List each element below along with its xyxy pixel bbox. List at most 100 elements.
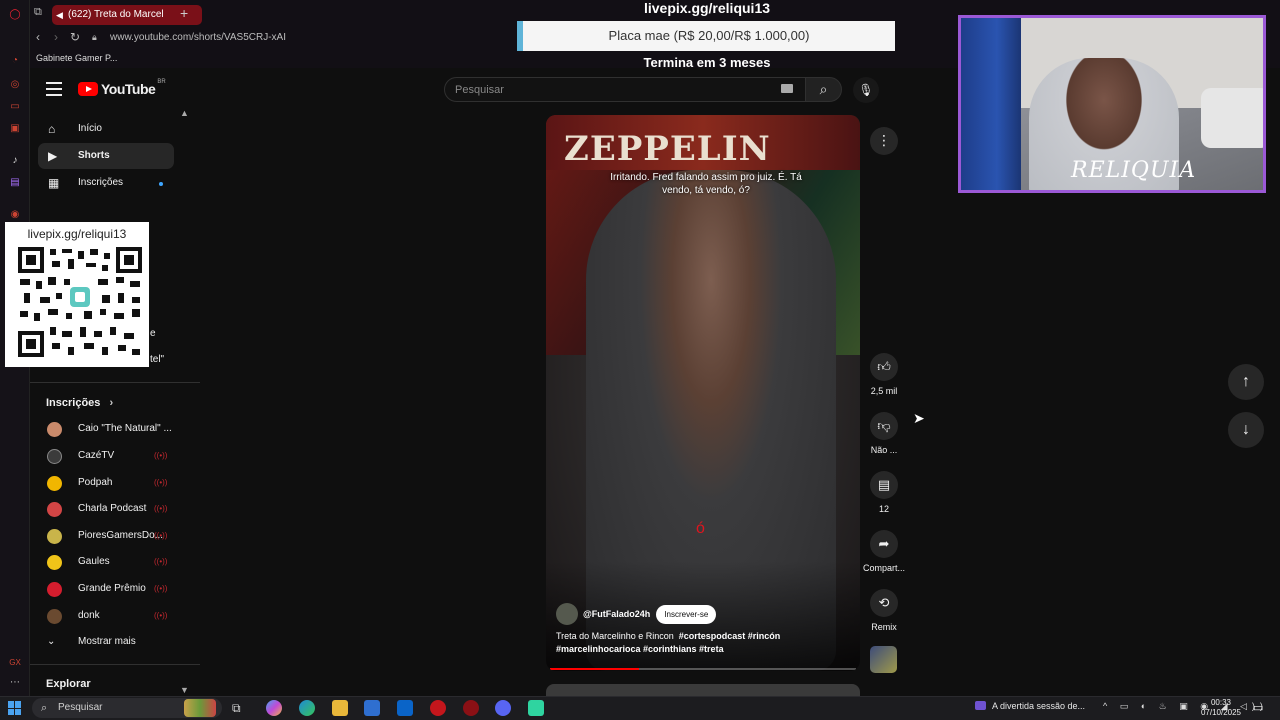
next-short-preview[interactable] (546, 684, 860, 696)
remix-button[interactable]: ⟲ Remix (862, 589, 906, 632)
windows-taskbar: ⌕ Pesquisar ⧉ A divertida sessão de... ^… (0, 696, 1280, 720)
like-count: 2,5 mil (870, 386, 898, 396)
microphone-icon: 🎙︎ (858, 83, 874, 97)
live-icon: ((•)) (154, 557, 168, 566)
twitch-icon[interactable]: ▤ (8, 176, 22, 190)
edge-icon[interactable] (299, 700, 315, 716)
speed-dial-icon[interactable]: ◎ (8, 78, 22, 92)
more-icon[interactable]: ⋯ (8, 676, 22, 690)
divider (30, 664, 200, 665)
previous-short-button[interactable]: ↑ (1228, 364, 1264, 400)
sidebar-channel[interactable]: Charla Podcast ((•)) (38, 496, 174, 522)
opera-logo-icon[interactable]: ◯ (8, 8, 22, 22)
search-icon: ⌕ (41, 702, 48, 714)
copilot-icon[interactable] (266, 700, 282, 716)
hidden-item-text: tel" (150, 354, 165, 365)
share-button[interactable]: ➦ Compart... (862, 530, 906, 573)
collapse-up-icon[interactable]: ▲ (180, 108, 189, 118)
outlook-icon[interactable] (397, 700, 413, 716)
sidebar-channel[interactable]: Podpah ((•)) (38, 470, 174, 496)
channel-row: @FutFalado24h Inscrever-se (556, 603, 717, 625)
sidebar-item-home[interactable]: ⌂ Início (38, 116, 174, 142)
sidebar: ▲ ⌂ Início ▶ Shorts ▦ Inscrições e tel" … (30, 108, 200, 696)
search-input[interactable]: Pesquisar (444, 77, 806, 102)
obs-icon[interactable] (463, 700, 479, 716)
sidebar-channel[interactable]: donk ((•)) (38, 603, 174, 629)
forward-icon[interactable]: › (54, 30, 58, 44)
youtube-logo[interactable]: YouTube BR (78, 79, 166, 97)
avatar (47, 555, 62, 570)
like-button[interactable]: 👍︎ 2,5 mil (862, 353, 906, 396)
channel-name[interactable]: @FutFalado24h (583, 609, 650, 619)
sidebar-channel[interactable]: PioresGamersDo... ((•)) (38, 523, 174, 549)
menu-icon[interactable] (46, 82, 62, 96)
overlay-url: livepix.gg/reliqui13 (643, 0, 771, 16)
webcam-pillow (1201, 88, 1263, 148)
bookmark-item[interactable]: Gabinete Gamer P... (36, 53, 117, 63)
comments-button[interactable]: ▤ 12 (862, 471, 906, 514)
dislike-button[interactable]: 👎︎ Não ... (862, 412, 906, 455)
notification-icon[interactable]: ▭ (1253, 701, 1263, 714)
subscriptions-heading[interactable]: Inscrições › (46, 397, 113, 409)
next-short-button[interactable]: ↓ (1228, 412, 1264, 448)
sidebar-channel[interactable]: Caio "The Natural" ... (38, 416, 174, 442)
avatar (47, 529, 62, 544)
discord-icon[interactable] (495, 700, 511, 716)
instagram-icon[interactable]: ▣ (8, 122, 22, 136)
avatar (47, 449, 62, 464)
subscribe-button[interactable]: Inscrever-se (656, 604, 717, 624)
app-icon[interactable] (528, 700, 544, 716)
player-icon[interactable]: ◉ (8, 208, 22, 222)
overlay-goal-ends: Termina em 3 meses (643, 55, 771, 70)
scroll-down-icon[interactable]: ▼ (180, 685, 189, 695)
tab-switch-icon[interactable]: ⧉ (34, 6, 42, 19)
sound-thumbnail[interactable] (870, 646, 897, 673)
back-icon[interactable]: ‹ (36, 30, 40, 44)
more-options-button[interactable]: ⋮ (870, 127, 898, 155)
sidebar-item-shorts[interactable]: ▶ Shorts (38, 143, 174, 169)
arrow-down-icon: ↓ (1242, 421, 1250, 438)
show-more-button[interactable]: ⌄ Mostrar mais (38, 629, 174, 655)
live-icon: ((•)) (154, 584, 168, 593)
channel-avatar[interactable] (556, 603, 578, 625)
opera-gx-icon[interactable] (430, 700, 446, 716)
news-icon (975, 701, 986, 710)
new-tab-plus-icon[interactable]: + (180, 5, 188, 21)
search-icon: ⌕ (819, 81, 828, 97)
video-banner-text: ZEPPELIN (564, 129, 771, 169)
avatar (47, 582, 62, 597)
aria-icon[interactable]: ◔ (8, 54, 22, 68)
sidebar-channel[interactable]: Gaules ((•)) (38, 549, 174, 575)
tiktok-icon[interactable]: ♪ (8, 154, 22, 168)
shorts-icon: ▶ (48, 149, 58, 163)
reload-icon[interactable]: ↻ (70, 30, 80, 44)
file-explorer-icon[interactable] (332, 700, 348, 716)
news-widget[interactable]: A divertida sessão de... (975, 701, 1085, 711)
task-view-icon[interactable]: ⧉ (232, 700, 248, 716)
comment-count: 12 (878, 504, 889, 514)
sidebar-channel[interactable]: Grande Prêmio ((•)) (38, 576, 174, 602)
sidebar-channel[interactable]: CazéTV ((•)) (38, 443, 174, 469)
url-field[interactable]: www.youtube.com/shorts/VAS5CRJ-xAI (110, 32, 286, 43)
webcam-curtain (961, 18, 1021, 190)
search-highlight-icon (184, 699, 216, 717)
gx-icon[interactable]: GX (8, 656, 22, 670)
taskbar-clock[interactable]: 00:33 07/10/2025 (1196, 698, 1246, 718)
messenger-icon[interactable]: ▭ (8, 100, 22, 114)
keyboard-icon[interactable] (781, 84, 793, 93)
avatar (47, 609, 62, 624)
search-button[interactable]: ⌕ (805, 77, 842, 102)
video-bottom-caption: ó (696, 520, 705, 537)
video-progress-bar[interactable] (550, 668, 856, 670)
comment-icon: ▤ (870, 471, 898, 499)
windows-start-icon[interactable] (8, 701, 22, 715)
qr-url: livepix.gg/reliqui13 (27, 227, 127, 241)
sidebar-item-subscriptions[interactable]: ▦ Inscrições (38, 170, 174, 196)
taskbar-search[interactable]: ⌕ Pesquisar (32, 698, 222, 718)
store-icon[interactable] (364, 700, 380, 716)
speaker-icon[interactable]: ◀ (56, 5, 63, 25)
tab-title: (622) Treta do Marcel (68, 9, 164, 20)
short-video-player[interactable]: ZEPPELIN Irritando. Fred falando assim p… (546, 115, 860, 671)
voice-search-button[interactable]: 🎙︎ (853, 77, 879, 103)
arrow-up-icon: ↑ (1242, 373, 1250, 390)
